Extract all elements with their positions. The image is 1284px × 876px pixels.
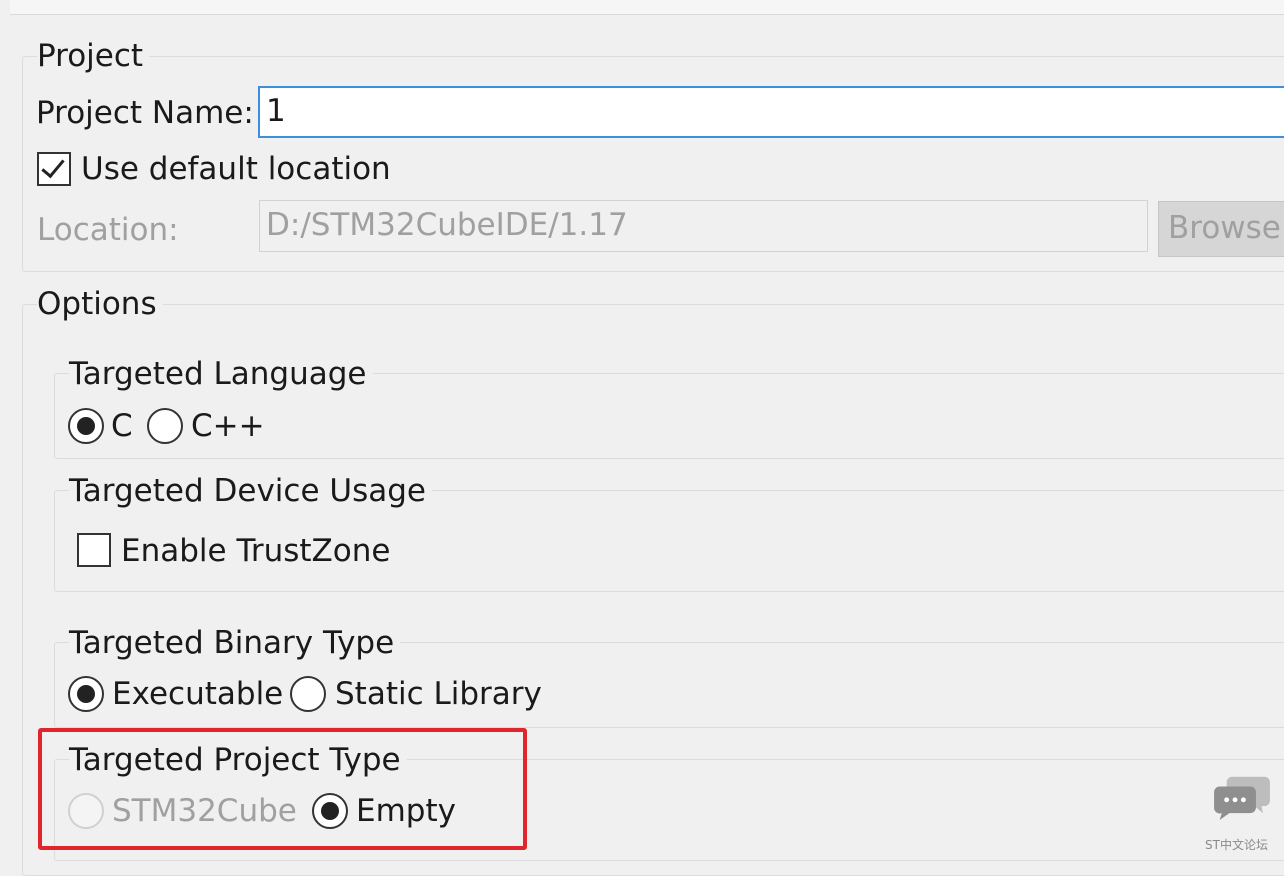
chat-bubbles-icon xyxy=(1214,776,1270,821)
binary-executable-label[interactable]: Executable xyxy=(112,676,283,712)
project-group-legend: Project xyxy=(37,38,150,74)
location-input: D:/STM32CubeIDE/1.17 xyxy=(259,200,1148,252)
use-default-location-checkbox[interactable] xyxy=(37,152,71,186)
checkmark-icon xyxy=(41,153,65,179)
enable-trustzone-checkbox[interactable] xyxy=(77,533,111,567)
project-name-label: Project Name: xyxy=(36,95,254,131)
targeted-device-usage-legend: Targeted Device Usage xyxy=(69,473,432,509)
binary-executable-radio[interactable] xyxy=(68,676,104,712)
browse-button: Browse... xyxy=(1158,201,1284,257)
binary-static-library-radio[interactable] xyxy=(290,676,326,712)
targeted-language-legend: Targeted Language xyxy=(69,356,373,392)
watermark-text: ST中文论坛 xyxy=(1205,838,1268,852)
language-cpp-radio[interactable] xyxy=(147,408,183,444)
highlight-annotation-box xyxy=(38,728,527,850)
language-c-radio[interactable] xyxy=(68,408,104,444)
targeted-binary-type-legend: Targeted Binary Type xyxy=(69,625,401,661)
language-cpp-label[interactable]: C++ xyxy=(191,408,265,444)
use-default-location-label[interactable]: Use default location xyxy=(81,151,391,187)
options-group-legend: Options xyxy=(37,286,163,322)
binary-static-library-label[interactable]: Static Library xyxy=(335,676,542,712)
radio-selected-dot xyxy=(77,417,95,435)
language-c-label[interactable]: C xyxy=(111,408,133,444)
window-top-edge xyxy=(10,0,1284,15)
project-name-input[interactable]: 1 xyxy=(258,86,1284,138)
radio-selected-dot xyxy=(77,685,95,703)
enable-trustzone-label[interactable]: Enable TrustZone xyxy=(121,533,390,569)
location-label: Location: xyxy=(37,212,179,248)
